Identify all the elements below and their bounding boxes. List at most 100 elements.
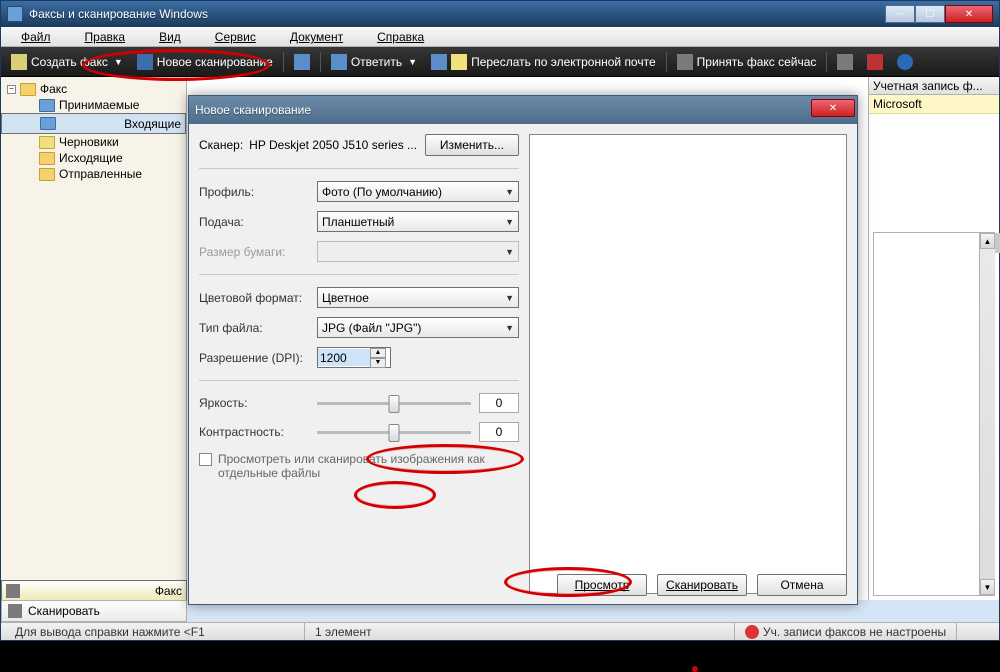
menubar: Файл Правка Вид Сервис Документ Справка [1, 27, 999, 47]
status-help: Для вывода справки нажмите <F1 [5, 623, 305, 640]
colorfmt-value: Цветное [322, 291, 369, 305]
chevron-down-icon: ▼ [505, 217, 514, 227]
dpi-label: Разрешение (DPI): [199, 351, 317, 365]
tree-item-incoming-queue[interactable]: Принимаемые [1, 97, 186, 113]
scan-button[interactable]: Сканировать [657, 574, 747, 596]
receive-fax-button[interactable]: Принять факс сейчас [671, 52, 823, 72]
label: Отправленные [59, 167, 142, 181]
bottom-tabs: Факс Сканировать [1, 581, 187, 622]
tree-item-outbox[interactable]: Исходящие [1, 150, 186, 166]
tree-item-drafts[interactable]: Черновики [1, 134, 186, 150]
folder-icon [39, 168, 55, 181]
source-label: Подача: [199, 215, 317, 229]
menu-help[interactable]: Справка [361, 28, 440, 46]
dialog-titlebar[interactable]: Новое сканирование ✕ [189, 96, 857, 124]
right-panel: Учетная запись ф... Microsoft ▲ ▼ [869, 77, 999, 600]
receive-label: Принять факс сейчас [697, 55, 817, 69]
slider-thumb[interactable] [389, 424, 400, 442]
label: Входящие [124, 117, 181, 131]
folder-tree: − Факс Принимаемые Входящие Черновики Ис… [1, 77, 187, 600]
folder-icon [20, 83, 36, 96]
chevron-down-icon: ▼ [505, 247, 514, 257]
papersize-select: ▼ [317, 241, 519, 262]
separate-files-checkbox[interactable] [199, 453, 212, 466]
scroll-up-icon[interactable]: ▲ [980, 233, 995, 249]
filetype-label: Тип файла: [199, 321, 317, 335]
profile-select[interactable]: Фото (По умолчанию)▼ [317, 181, 519, 202]
right-header[interactable]: Учетная запись ф... [869, 77, 999, 95]
mail-icon [451, 54, 467, 70]
maximize-button[interactable]: ☐ [915, 5, 945, 23]
new-fax-label: Создать факс [31, 55, 108, 69]
tree-item-inbox[interactable]: Входящие [1, 113, 186, 134]
folder-icon [39, 99, 55, 112]
receive-icon [677, 54, 693, 70]
warning-icon [745, 625, 759, 639]
profile-label: Профиль: [199, 185, 317, 199]
close-button[interactable]: ✕ [945, 5, 993, 23]
folder-icon [40, 117, 56, 130]
tree-item-sent[interactable]: Отправленные [1, 166, 186, 182]
page-icon [294, 54, 310, 70]
status-count: 1 элемент [305, 623, 735, 640]
label: Исходящие [59, 151, 123, 165]
scanner-icon [137, 54, 153, 70]
preview-button[interactable]: Просмотр [557, 574, 647, 596]
slider-thumb[interactable] [389, 395, 400, 413]
forward-button[interactable]: Переслать по электронной почте [425, 52, 662, 72]
new-scan-button[interactable]: Новое сканирование [131, 52, 279, 72]
colorfmt-label: Цветовой формат: [199, 291, 317, 305]
toolbar-extra-button[interactable] [288, 52, 316, 72]
statusbar: Для вывода справки нажмите <F1 1 элемент… [1, 622, 999, 640]
menu-document[interactable]: Документ [274, 28, 359, 46]
brightness-value: 0 [479, 393, 519, 413]
dpi-input[interactable]: ▲▼ [317, 347, 391, 368]
brightness-slider[interactable] [317, 402, 471, 405]
scroll-down-icon[interactable]: ▼ [980, 579, 995, 595]
minimize-button[interactable]: ─ [885, 5, 915, 23]
contrast-value: 0 [479, 422, 519, 442]
print-button[interactable] [831, 52, 859, 72]
label: Черновики [59, 135, 119, 149]
reply-button[interactable]: Ответить ▼ [325, 52, 423, 72]
change-scanner-button[interactable]: Изменить... [425, 134, 519, 156]
tab-scan[interactable]: Сканировать [1, 600, 187, 622]
source-select[interactable]: Планшетный▼ [317, 211, 519, 232]
menu-edit[interactable]: Правка [69, 28, 142, 46]
menu-file[interactable]: Файл [5, 28, 67, 46]
dialog-close-button[interactable]: ✕ [811, 99, 855, 117]
forward-label: Переслать по электронной почте [471, 55, 656, 69]
new-scan-label: Новое сканирование [157, 55, 273, 69]
delete-button[interactable] [861, 52, 889, 72]
scan-icon [8, 604, 22, 618]
tree-root-fax[interactable]: − Факс [1, 81, 186, 97]
preview-pane: ▲ ▼ [873, 232, 995, 596]
tab-fax[interactable]: Факс [1, 580, 187, 601]
menu-view[interactable]: Вид [143, 28, 197, 46]
label: Принимаемые [59, 98, 139, 112]
spin-down-icon[interactable]: ▼ [370, 358, 386, 368]
help-button[interactable] [891, 52, 919, 72]
account-item[interactable]: Microsoft [869, 95, 999, 114]
status-warning-text: Уч. записи факсов не настроены [763, 625, 946, 639]
titlebar[interactable]: Факсы и сканирование Windows ─ ☐ ✕ [1, 1, 999, 27]
forward-icon [431, 54, 447, 70]
menu-tools[interactable]: Сервис [199, 28, 272, 46]
collapse-icon[interactable]: − [7, 85, 16, 94]
spin-up-icon[interactable]: ▲ [370, 348, 386, 358]
chevron-down-icon: ▼ [505, 187, 514, 197]
new-fax-button[interactable]: Создать факс ▼ [5, 52, 129, 72]
chevron-down-icon: ▼ [505, 293, 514, 303]
colorfmt-select[interactable]: Цветное ▼ [317, 287, 519, 308]
dpi-field[interactable] [318, 349, 370, 366]
status-warning: Уч. записи факсов не настроены [735, 623, 957, 640]
contrast-slider[interactable] [317, 431, 471, 434]
scan-preview-area[interactable] [529, 134, 847, 594]
chevron-down-icon: ▼ [114, 57, 123, 67]
filetype-select[interactable]: JPG (Файл "JPG")▼ [317, 317, 519, 338]
window-title: Факсы и сканирование Windows [29, 7, 885, 21]
dialog-form: Сканер: HP Deskjet 2050 J510 series ... … [199, 134, 519, 594]
cancel-button[interactable]: Отмена [757, 574, 847, 596]
scrollbar[interactable]: ▲ ▼ [979, 233, 995, 595]
chevron-down-icon: ▼ [505, 323, 514, 333]
